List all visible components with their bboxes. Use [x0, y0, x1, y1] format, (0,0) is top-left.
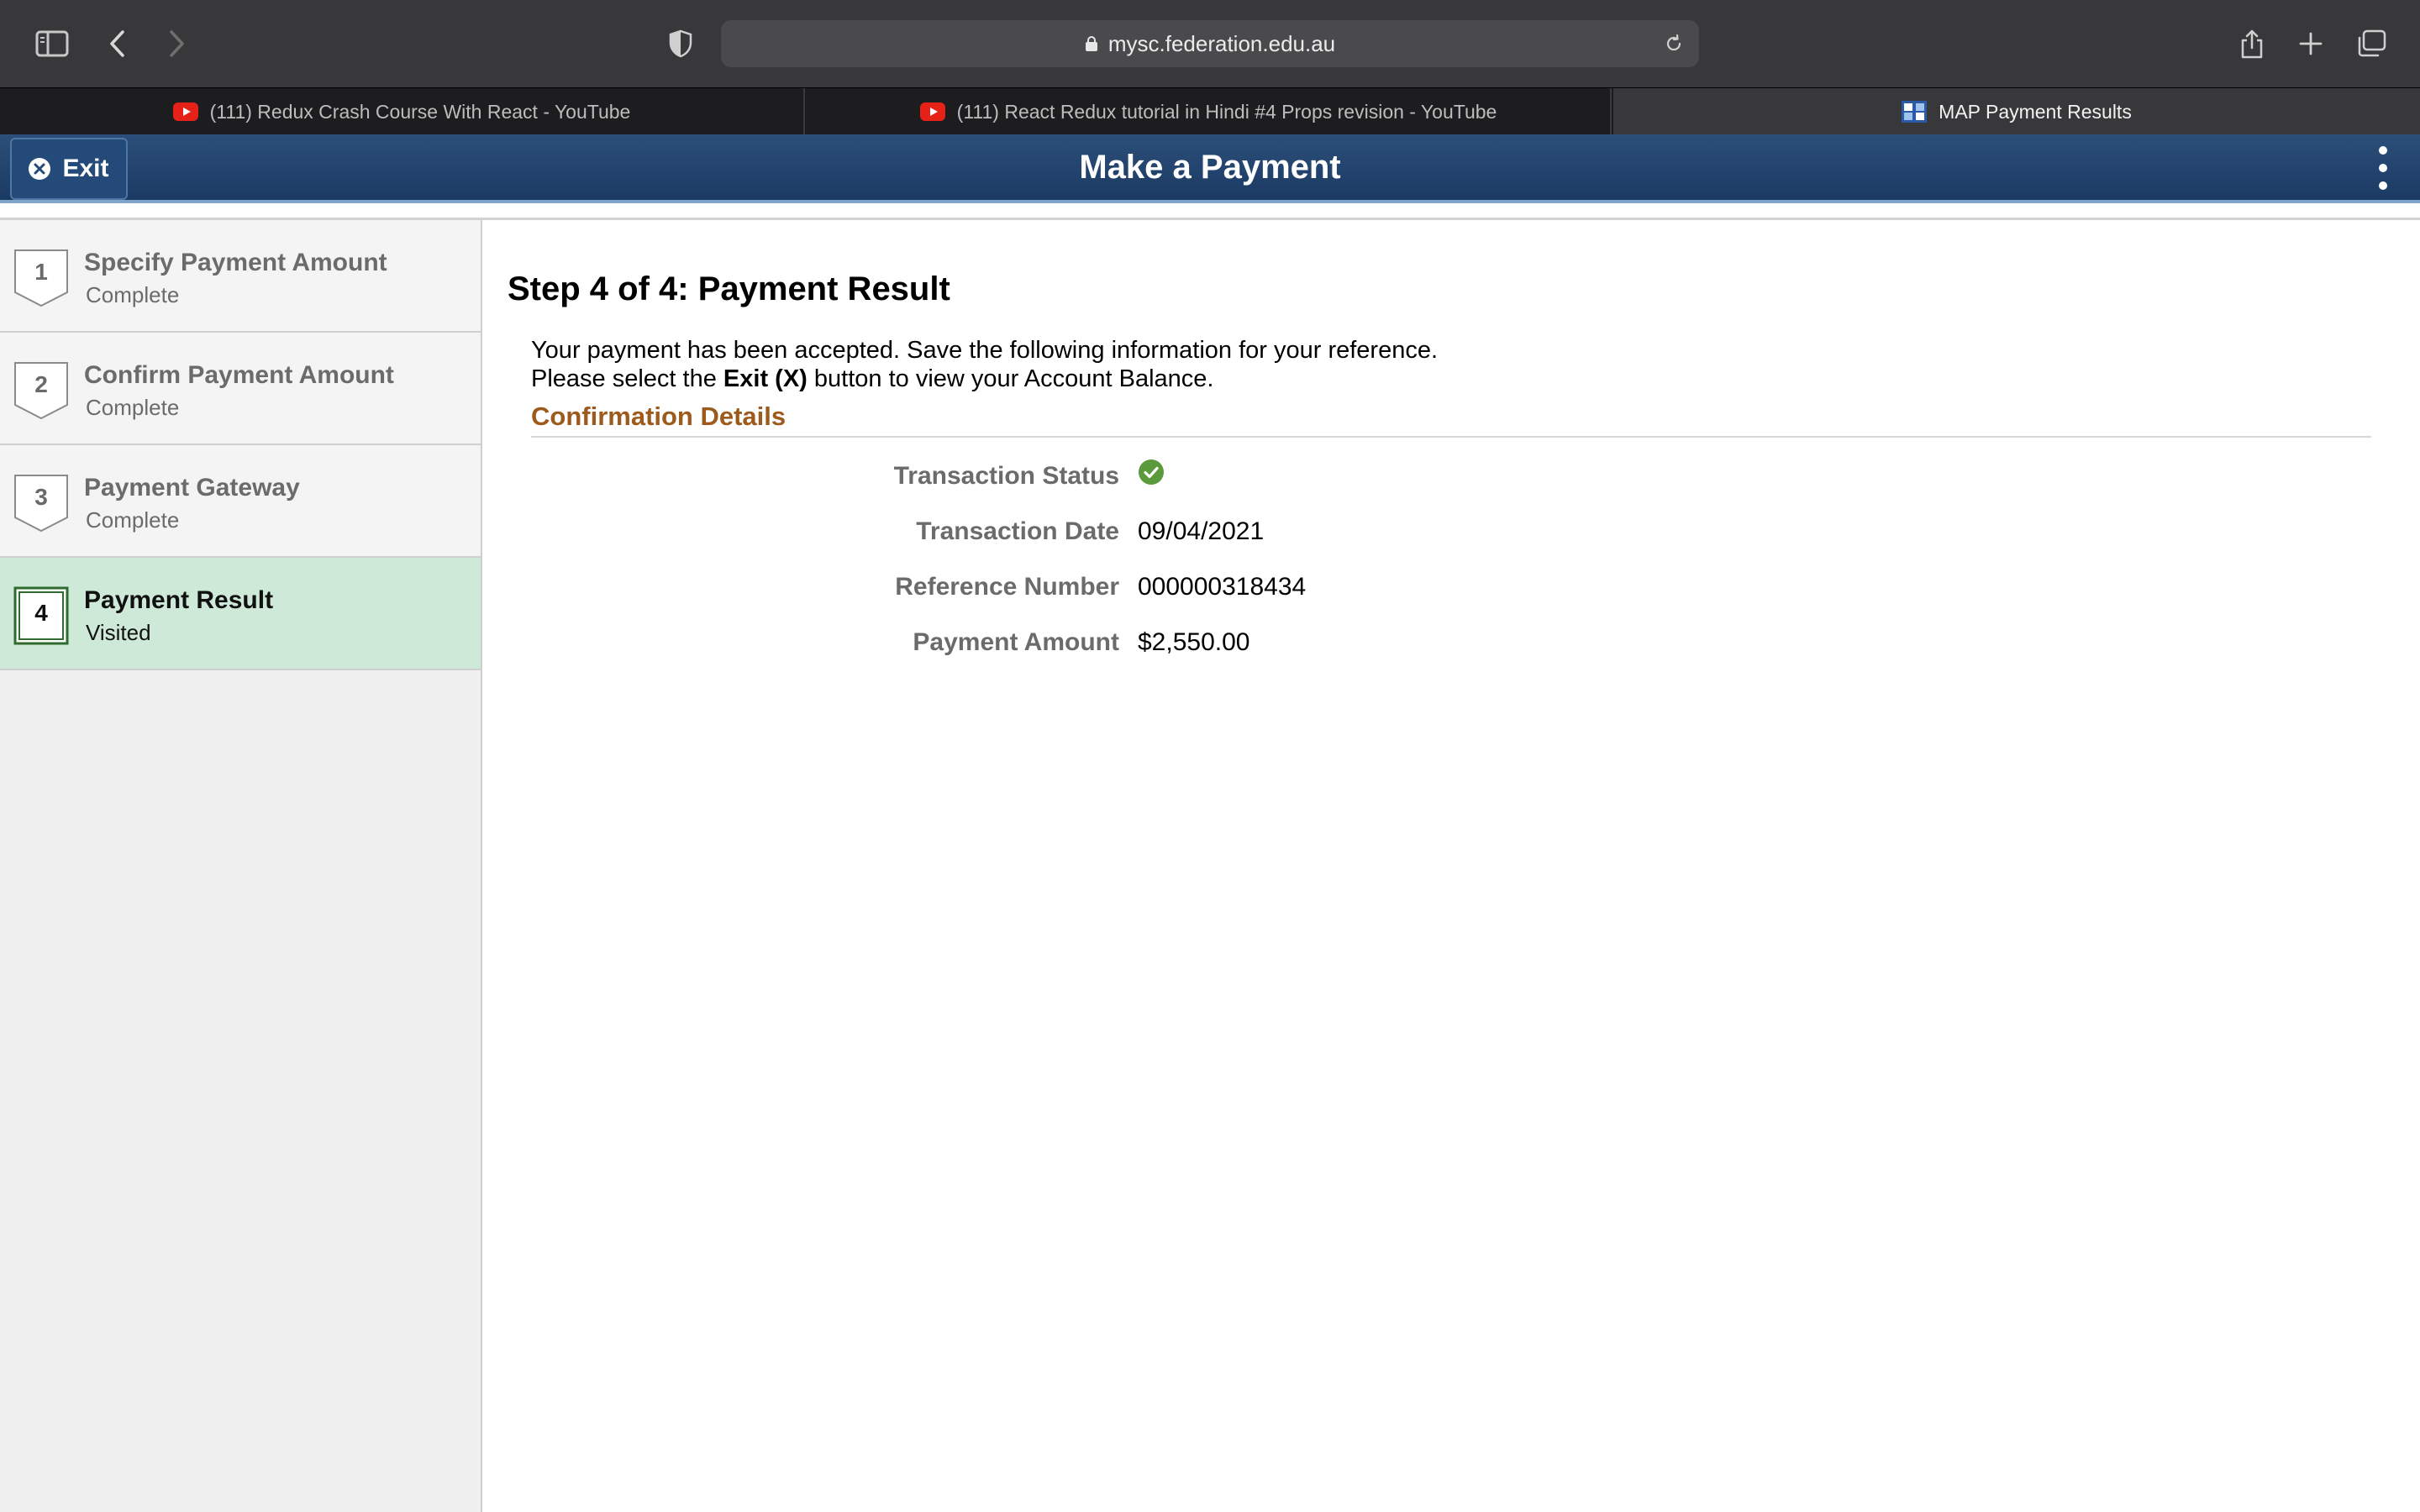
tab-map-payment-results[interactable]: MAP Payment Results [1613, 88, 2420, 135]
field-label: Transaction Status [893, 462, 1119, 490]
step-number-badge: 4 [13, 586, 69, 645]
youtube-icon [172, 102, 198, 121]
step-status: Visited [86, 620, 151, 645]
step-number-badge: 3 [13, 474, 69, 533]
lock-icon [1085, 35, 1098, 52]
browser-toolbar: mysc.federation.edu.au [0, 0, 2420, 87]
message-line-2: Please select the Exit (X) button to vie… [531, 365, 1214, 392]
payment-amount-value: $2,550.00 [1138, 628, 1250, 656]
step-status: Complete [86, 282, 180, 307]
step-number-badge: 2 [13, 361, 69, 420]
reload-icon[interactable] [1657, 27, 1691, 60]
section-divider [531, 436, 2371, 438]
message-line-1: Your payment has been accepted. Save the… [531, 337, 1439, 364]
step-number-badge: 1 [13, 249, 69, 307]
close-icon [29, 158, 51, 180]
page-title: Make a Payment [1079, 148, 1341, 186]
transaction-status-row: Transaction Status [484, 457, 2420, 497]
more-options-icon[interactable] [2373, 146, 2393, 190]
reference-number-row: Reference Number 000000318434 [484, 568, 2420, 608]
field-label: Payment Amount [913, 628, 1119, 656]
address-bar[interactable]: mysc.federation.edu.au [721, 20, 1699, 67]
steps-sidebar: 1 Specify Payment Amount Complete 2 Conf… [0, 220, 482, 1512]
share-icon[interactable] [2230, 22, 2274, 66]
forward-icon[interactable] [155, 22, 198, 66]
tab-label: (111) Redux Crash Course With React - Yo… [209, 100, 631, 123]
step-item-payment-gateway[interactable]: 3 Payment Gateway Complete [0, 445, 481, 558]
tab-redux-crash-course[interactable]: (111) Redux Crash Course With React - Yo… [0, 88, 805, 135]
url-text: mysc.federation.edu.au [1107, 30, 1336, 56]
privacy-shield-icon[interactable] [659, 22, 702, 66]
step-status: Complete [86, 507, 180, 533]
step-title: Specify Payment Amount [84, 249, 387, 276]
transaction-date-row: Transaction Date 09/04/2021 [484, 512, 2420, 553]
tab-label: MAP Payment Results [1939, 100, 2132, 123]
youtube-icon [919, 102, 945, 121]
step-item-payment-result[interactable]: 4 Payment Result Visited [0, 558, 481, 670]
main-content: Step 4 of 4: Payment Result Your payment… [484, 220, 2420, 1512]
step-title: Payment Result [84, 586, 274, 614]
field-label: Reference Number [895, 573, 1119, 601]
check-circle-icon [1138, 459, 1165, 490]
tab-strip: (111) Redux Crash Course With React - Yo… [0, 87, 2420, 135]
step-title: Confirm Payment Amount [84, 361, 394, 389]
tab-overview-icon[interactable] [2349, 22, 2393, 66]
step-status: Complete [86, 395, 180, 420]
payment-amount-row: Payment Amount $2,550.00 [484, 623, 2420, 664]
step-item-confirm-payment-amount[interactable]: 2 Confirm Payment Amount Complete [0, 333, 481, 445]
app-header: Make a Payment Exit [0, 134, 2420, 203]
confirmation-message: Your payment has been accepted. Save the… [531, 336, 1438, 393]
step-item-specify-payment-amount[interactable]: 1 Specify Payment Amount Complete [0, 220, 481, 333]
section-title: Confirmation Details [531, 402, 786, 431]
exit-button[interactable]: Exit [10, 138, 128, 200]
exit-button-label: Exit [62, 155, 109, 182]
header-divider [0, 207, 2420, 220]
field-label: Transaction Date [916, 517, 1119, 545]
transaction-date-value: 09/04/2021 [1138, 517, 1265, 545]
step-title: Payment Gateway [84, 474, 300, 501]
back-icon[interactable] [96, 22, 139, 66]
site-favicon [1902, 101, 1928, 123]
tab-react-redux-tutorial[interactable]: (111) React Redux tutorial in Hindi #4 P… [807, 88, 1612, 135]
step-heading: Step 4 of 4: Payment Result [508, 270, 950, 307]
reference-number-value: 000000318434 [1138, 573, 1307, 601]
new-tab-icon[interactable] [2289, 22, 2333, 66]
tab-label: (111) React Redux tutorial in Hindi #4 P… [956, 100, 1497, 123]
sidebar-toggle-icon[interactable] [30, 22, 74, 66]
